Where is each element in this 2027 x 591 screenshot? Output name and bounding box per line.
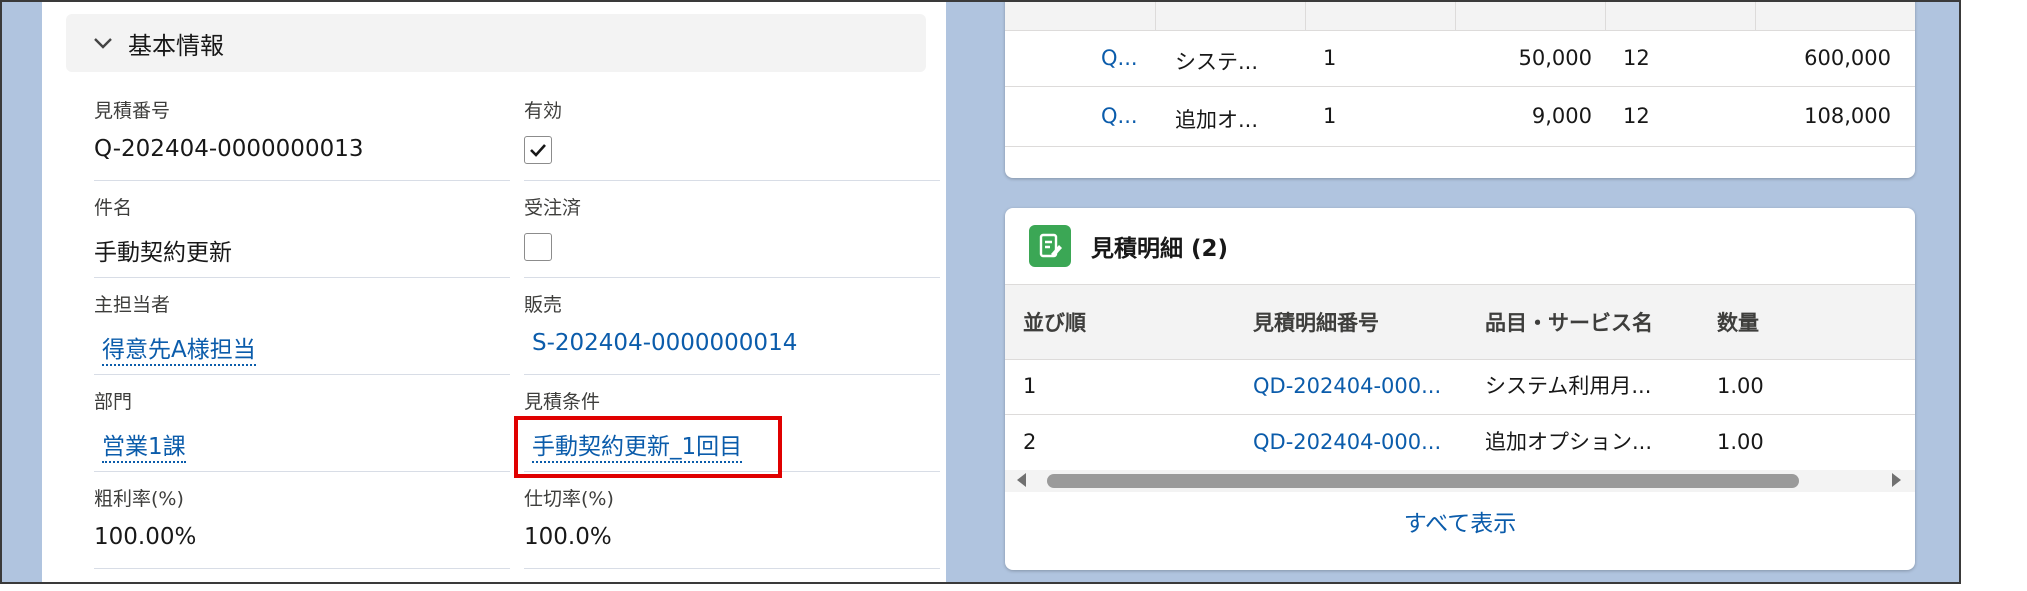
field-subject: 件名 手動契約更新 xyxy=(94,183,510,278)
card-header: 見積明細 (2) xyxy=(1005,208,1915,284)
cell-item: 追加オプション... xyxy=(1485,430,1653,454)
field-ordered: 受注済 xyxy=(524,183,940,278)
active-checkbox[interactable] xyxy=(524,136,552,164)
field-label: 仕切率(%) xyxy=(524,488,614,510)
field-wholesale-rate: 仕切率(%) 100.0% xyxy=(524,474,940,569)
table-row[interactable]: Q... 追加オ... 1 9,000 12 108,000 xyxy=(1005,86,1915,147)
scrollbar-thumb[interactable] xyxy=(1047,474,1799,488)
row-link[interactable]: Q... xyxy=(1101,104,1138,128)
table-row[interactable]: 1 QD-202404-000... システム利用月... 1.00 xyxy=(1005,358,1915,415)
field-value: Q-202404-0000000013 xyxy=(94,136,364,162)
cell: システ... xyxy=(1175,50,1259,74)
sales-link[interactable]: S-202404-0000000014 xyxy=(532,330,797,356)
card-title[interactable]: 見積明細 (2) xyxy=(1091,229,1228,263)
owner-link[interactable]: 得意先A様担当 xyxy=(102,337,256,366)
cell: 追加オ... xyxy=(1175,108,1259,132)
related-list-top: Q... システ... 1 50,000 12 600,000 Q... 追加オ… xyxy=(1005,2,1915,178)
column-header-row xyxy=(1005,2,1915,31)
field-label: 主担当者 xyxy=(94,294,171,316)
cell-order: 2 xyxy=(1023,430,1037,454)
cell: 1 xyxy=(1323,104,1337,128)
cell: 9,000 xyxy=(1531,104,1592,128)
quote-line-items-card: 見積明細 (2) 並び順 見積明細番号 品目・サービス名 数量 1 QD-202… xyxy=(1005,208,1915,570)
cell: 12 xyxy=(1623,104,1650,128)
column-header-order[interactable]: 並び順 xyxy=(1023,307,1086,337)
field-department: 部門 営業1課 xyxy=(94,377,510,472)
field-gross-margin: 粗利率(%) 100.00% xyxy=(94,474,510,569)
column-header-line-number[interactable]: 見積明細番号 xyxy=(1253,307,1379,337)
field-owner: 主担当者 得意先A様担当 xyxy=(94,280,510,375)
column-header-item-name[interactable]: 品目・サービス名 xyxy=(1485,307,1653,337)
field-label: 見積条件 xyxy=(524,391,601,413)
table-row[interactable]: 2 QD-202404-000... 追加オプション... 1.00 xyxy=(1005,414,1915,471)
field-label: 件名 xyxy=(94,197,133,219)
field-sales: 販売 S-202404-0000000014 xyxy=(524,280,940,375)
department-link[interactable]: 営業1課 xyxy=(102,434,186,463)
section-header-basic-info[interactable]: 基本情報 xyxy=(66,14,926,72)
field-value: 100.0% xyxy=(524,524,612,550)
field-active: 有効 xyxy=(524,86,940,181)
scroll-left-icon[interactable] xyxy=(1017,473,1026,487)
cell: 12 xyxy=(1623,46,1650,70)
field-label: 見積番号 xyxy=(94,100,171,122)
section-title: 基本情報 xyxy=(128,31,224,60)
checkmark-icon xyxy=(530,144,546,157)
view-all-link[interactable]: すべて表示 xyxy=(1005,504,1915,538)
column-header-quantity[interactable]: 数量 xyxy=(1717,307,1759,337)
chevron-down-icon[interactable] xyxy=(86,26,120,60)
field-label: 部門 xyxy=(94,391,133,413)
field-quote-number: 見積番号 Q-202404-0000000013 xyxy=(94,86,510,181)
app-frame: 基本情報 見積番号 Q-202404-0000000013 有効 件名 手動契約… xyxy=(0,0,1961,584)
cell-order: 1 xyxy=(1023,374,1037,398)
field-label: 受注済 xyxy=(524,197,582,219)
line-number-link[interactable]: QD-202404-000... xyxy=(1253,374,1441,398)
cell: 1 xyxy=(1323,46,1337,70)
field-value: 100.00% xyxy=(94,524,197,550)
cell: 50,000 xyxy=(1518,46,1592,70)
cell-item: システム利用月... xyxy=(1485,374,1652,398)
highlight-box xyxy=(514,416,782,478)
cell-qty: 1.00 xyxy=(1717,430,1764,454)
field-label: 粗利率(%) xyxy=(94,488,184,510)
horizontal-scrollbar[interactable] xyxy=(1005,470,1915,492)
quote-line-icon xyxy=(1029,225,1071,267)
cell: 108,000 xyxy=(1804,104,1891,128)
cell-qty: 1.00 xyxy=(1717,374,1764,398)
cell: 600,000 xyxy=(1804,46,1891,70)
scroll-right-icon[interactable] xyxy=(1892,473,1901,487)
field-label: 販売 xyxy=(524,294,563,316)
line-number-link[interactable]: QD-202404-000... xyxy=(1253,430,1441,454)
field-label: 有効 xyxy=(524,100,563,122)
field-value: 手動契約更新 xyxy=(94,240,232,266)
record-detail-card: 基本情報 見積番号 Q-202404-0000000013 有効 件名 手動契約… xyxy=(42,2,946,582)
column-header-row: 並び順 見積明細番号 品目・サービス名 数量 xyxy=(1005,284,1915,360)
table-row[interactable]: Q... システ... 1 50,000 12 600,000 xyxy=(1005,30,1915,87)
row-link[interactable]: Q... xyxy=(1101,46,1138,70)
ordered-checkbox[interactable] xyxy=(524,233,552,261)
